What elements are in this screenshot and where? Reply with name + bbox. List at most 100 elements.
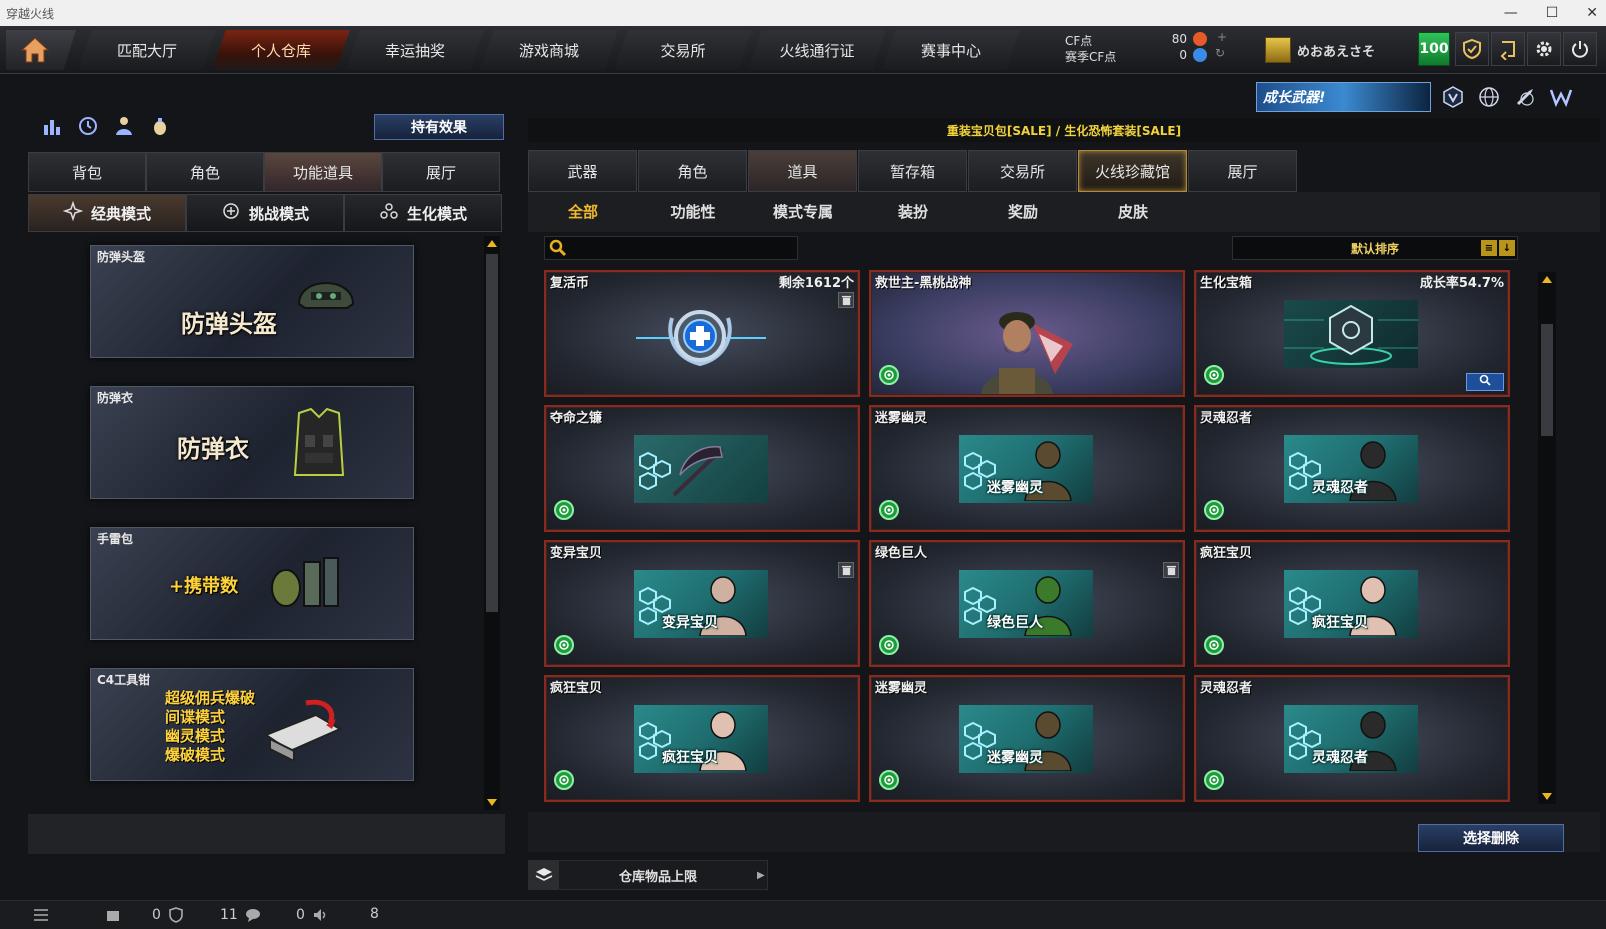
currency-area: CF点 赛季CF点 80 0 + ↻ (1065, 30, 1255, 70)
scroll-down-arrow[interactable] (1542, 793, 1552, 800)
right-tab-3[interactable]: 暂存箱 (858, 150, 967, 192)
sale-header[interactable]: 重装宝贝包[SALE] / 生化恐怖套装[SALE] (528, 118, 1600, 142)
scroll-thumb[interactable] (1541, 324, 1553, 436)
item-title: 复活币 (550, 276, 590, 291)
sub-tab-2[interactable]: 模式专属 (748, 194, 858, 228)
maximize-button[interactable]: ☐ (1546, 5, 1559, 21)
inventory-item-card[interactable]: 迷雾幽灵 迷雾幽灵 (869, 675, 1185, 802)
magnify-button[interactable] (1466, 373, 1504, 391)
left-tab-0[interactable]: 背包 (28, 152, 146, 192)
left-item-card[interactable]: 手雷包 +携带数 (90, 527, 414, 640)
left-scrollbar[interactable] (484, 236, 500, 810)
grow-weapon-banner[interactable]: 成长武器! (1256, 82, 1431, 112)
left-tabs: 背包 角色 功能道具 展厅 (28, 152, 500, 192)
left-tab-1[interactable]: 角色 (146, 152, 264, 192)
settings-button[interactable] (1527, 32, 1561, 66)
mode-tab-0[interactable]: 经典模式 (28, 194, 186, 232)
right-tab-5[interactable]: 火线珍藏馆 (1078, 150, 1187, 192)
left-item-card[interactable]: 防弹头盔 防弹头盔 (90, 245, 414, 358)
return-button[interactable] (1491, 32, 1525, 66)
sub-tab-0[interactable]: 全部 (528, 194, 638, 228)
nav-tab-3[interactable]: 游戏商城 (480, 30, 618, 70)
sub-tab-4[interactable]: 奖励 (968, 194, 1078, 228)
hold-effect-button[interactable]: 持有效果 (374, 114, 504, 140)
grenade-button[interactable] (146, 112, 174, 140)
character-button[interactable] (110, 112, 138, 140)
item-title: 生化宝箱 (1200, 276, 1253, 291)
close-button[interactable]: ✕ (1586, 5, 1598, 21)
right-tab-4[interactable]: 交易所 (968, 150, 1077, 192)
inventory-item-card[interactable]: 疯狂宝贝 疯狂宝贝 (544, 675, 860, 802)
menu-button[interactable] (32, 906, 50, 924)
left-tab-2[interactable]: 功能道具 (264, 152, 382, 192)
sub-tab-3[interactable]: 装扮 (858, 194, 968, 228)
right-tab-1[interactable]: 角色 (638, 150, 747, 192)
select-delete-button[interactable]: 选择删除 (1418, 824, 1564, 852)
trash-icon[interactable] (1163, 562, 1179, 578)
mode-tab-1[interactable]: 挑战模式 (186, 194, 344, 232)
inventory-item-card[interactable]: 迷雾幽灵 迷雾幽灵 (869, 405, 1185, 532)
inventory-item-card[interactable]: 夺命之镰 (544, 405, 860, 532)
badge-button[interactable] (1438, 82, 1468, 112)
inventory-item-card[interactable]: 灵魂忍者 灵魂忍者 (1194, 675, 1510, 802)
trash-icon[interactable] (838, 562, 854, 578)
volume-stat[interactable]: 8 (370, 906, 379, 922)
history-icon (79, 117, 97, 135)
layers-icon (529, 861, 559, 889)
trash-icon[interactable] (838, 292, 854, 308)
sort-dropdown[interactable]: 默认排序 ≡ ↓ (1232, 236, 1518, 260)
chat-stat[interactable]: 0 (296, 906, 329, 924)
right-scrollbar[interactable] (1538, 272, 1556, 804)
mail-stat[interactable]: 0 (104, 906, 185, 924)
refresh-cf-button[interactable]: ↻ (1215, 46, 1225, 60)
mode-tab-2[interactable]: 生化模式 (344, 194, 502, 232)
left-item-card[interactable]: 防弹衣 防弹衣 (90, 386, 414, 499)
friend-stat[interactable]: 11 (220, 906, 262, 924)
scroll-thumb[interactable] (486, 254, 498, 612)
inventory-item-card[interactable]: 救世主-黑桃战神 (869, 270, 1185, 397)
list-view-icon[interactable]: ≡ (1481, 240, 1497, 256)
left-tab-3[interactable]: 展厅 (382, 152, 500, 192)
home-button[interactable] (6, 30, 76, 70)
sort-desc-icon[interactable]: ↓ (1499, 240, 1515, 256)
nav-tab-0[interactable]: 匹配大厅 (78, 30, 216, 70)
item-grid: 复活币 剩余1612个 救世主-黑桃战神 生化宝箱 成长率54.7% 夺命之镰 迷雾幽灵 迷雾… (544, 270, 1510, 802)
nav-tab-5[interactable]: 火线通行证 (748, 30, 886, 70)
shield-button[interactable] (1455, 32, 1489, 66)
power-button[interactable] (1563, 32, 1597, 66)
vip-button[interactable] (1546, 82, 1576, 112)
sub-tab-1[interactable]: 功能性 (638, 194, 748, 228)
nav-tab-2[interactable]: 幸运抽奖 (346, 30, 484, 70)
history-button[interactable] (74, 112, 102, 140)
scroll-down-arrow[interactable] (487, 799, 497, 806)
weapon-emblem-button[interactable] (1510, 82, 1540, 112)
left-item-card[interactable]: C4工具钳 超级佣兵爆破 间谍模式 幽灵模式 爆破模式 (90, 668, 414, 781)
storage-limit-bar[interactable]: 仓库物品上限 ▶ (528, 860, 768, 890)
inventory-item-card[interactable]: 变异宝贝 变异宝贝 (544, 540, 860, 667)
user-area[interactable]: めおあえさそ (1265, 34, 1375, 66)
nav-tab-4[interactable]: 交易所 (614, 30, 752, 70)
right-tab-2[interactable]: 道具 (748, 150, 857, 192)
window-title: 穿越火线 (6, 6, 55, 21)
zombie-card-image: 变异宝贝 (634, 570, 768, 638)
scroll-up-arrow[interactable] (1542, 276, 1552, 283)
inventory-item-card[interactable]: 绿色巨人 绿色巨人 (869, 540, 1185, 667)
inventory-item-card[interactable]: 灵魂忍者 灵魂忍者 (1194, 405, 1510, 532)
nav-tab-1[interactable]: 个人仓库 (212, 30, 350, 70)
right-tab-0[interactable]: 武器 (528, 150, 637, 192)
add-cf-button[interactable]: + (1217, 30, 1227, 44)
minimize-button[interactable]: — (1504, 5, 1518, 21)
right-tab-6[interactable]: 展厅 (1188, 150, 1297, 192)
search-input[interactable] (573, 240, 793, 256)
nav-tab-6[interactable]: 赛事中心 (882, 30, 1020, 70)
inventory-item-card[interactable]: 生化宝箱 成长率54.7% (1194, 270, 1510, 397)
window-controls: — ☐ ✕ (1504, 0, 1598, 26)
inventory-item-card[interactable]: 疯狂宝贝 疯狂宝贝 (1194, 540, 1510, 667)
scroll-up-arrow[interactable] (487, 240, 497, 247)
inventory-item-card[interactable]: 复活币 剩余1612个 (544, 270, 860, 397)
sub-tab-5[interactable]: 皮肤 (1078, 194, 1188, 228)
globe-button[interactable] (1474, 82, 1504, 112)
stats-button[interactable] (38, 112, 66, 140)
revive-coin-image (636, 298, 766, 378)
left-toolbar (38, 112, 174, 140)
